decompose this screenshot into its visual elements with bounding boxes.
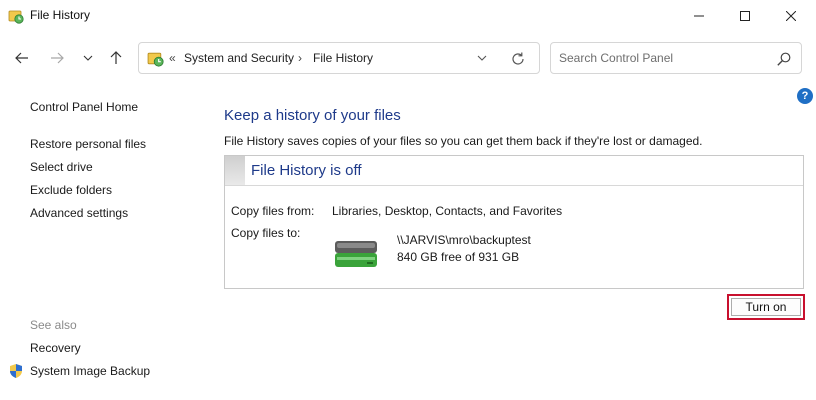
help-icon[interactable]: ?: [797, 88, 813, 104]
page-title: Keep a history of your files: [224, 107, 401, 124]
copy-to-label: Copy files to:: [231, 226, 301, 240]
sidebar-item-restore-personal-files[interactable]: Restore personal files: [30, 137, 146, 151]
breadcrumb-system-and-security[interactable]: System and Security: [184, 51, 294, 65]
file-history-status-panel: File History is off Copy files from: Lib…: [224, 155, 804, 289]
breadcrumb-file-history[interactable]: File History: [313, 51, 373, 65]
drive-free-space: 840 GB free of 931 GB: [397, 250, 520, 264]
arrow-left-icon: [15, 52, 28, 64]
minimize-button[interactable]: [676, 0, 722, 32]
status-strip: [225, 156, 245, 185]
breadcrumb-overflow[interactable]: «: [169, 51, 176, 65]
maximize-icon: [740, 11, 750, 21]
status-text: File History is off: [251, 162, 362, 179]
maximize-button[interactable]: [722, 0, 768, 32]
drive-path: \\JARVIS\mro\backuptest: [397, 233, 531, 247]
up-button[interactable]: [106, 48, 126, 68]
arrow-right-icon: [51, 52, 64, 64]
file-history-icon: [147, 52, 164, 67]
turn-on-button[interactable]: Turn on: [731, 298, 801, 316]
see-also-recovery-link[interactable]: Recovery: [30, 341, 81, 355]
breadcrumb-separator[interactable]: ›: [298, 51, 302, 65]
sidebar-item-advanced-settings[interactable]: Advanced settings: [30, 206, 128, 220]
back-button[interactable]: [12, 48, 32, 68]
network-drive-icon: [335, 241, 377, 267]
chevron-down-icon[interactable]: [475, 51, 489, 65]
close-button[interactable]: [768, 0, 814, 32]
search-icon[interactable]: [776, 51, 792, 67]
shield-icon: [10, 364, 22, 378]
search-input[interactable]: Search Control Panel: [559, 51, 673, 65]
window-title: File History: [30, 8, 91, 22]
page-description: File History saves copies of your files …: [224, 134, 703, 148]
see-also-heading: See also: [30, 318, 77, 332]
file-history-icon: [8, 10, 24, 24]
status-header: File History is off: [225, 156, 803, 186]
minimize-icon: [694, 15, 704, 17]
sidebar-item-select-drive[interactable]: Select drive: [30, 160, 93, 174]
sidebar-item-exclude-folders[interactable]: Exclude folders: [30, 183, 112, 197]
chevron-down-icon: [83, 55, 93, 61]
copy-from-value: Libraries, Desktop, Contacts, and Favori…: [332, 204, 563, 218]
title-bar: File History: [0, 0, 816, 32]
recent-locations-button[interactable]: [78, 48, 98, 68]
copy-from-label: Copy files from:: [231, 204, 315, 218]
close-icon: [786, 11, 796, 21]
search-box[interactable]: Search Control Panel: [550, 42, 802, 74]
turn-on-highlight: Turn on: [727, 294, 805, 320]
address-bar[interactable]: « System and Security › File History: [138, 42, 540, 74]
arrow-up-icon: [110, 51, 122, 64]
refresh-icon[interactable]: [510, 51, 526, 67]
see-also-system-image-backup-link[interactable]: System Image Backup: [30, 364, 150, 378]
forward-button[interactable]: [47, 48, 67, 68]
navigation-bar: « System and Security › File History Sea…: [0, 40, 816, 76]
sidebar-control-panel-home[interactable]: Control Panel Home: [30, 100, 138, 114]
